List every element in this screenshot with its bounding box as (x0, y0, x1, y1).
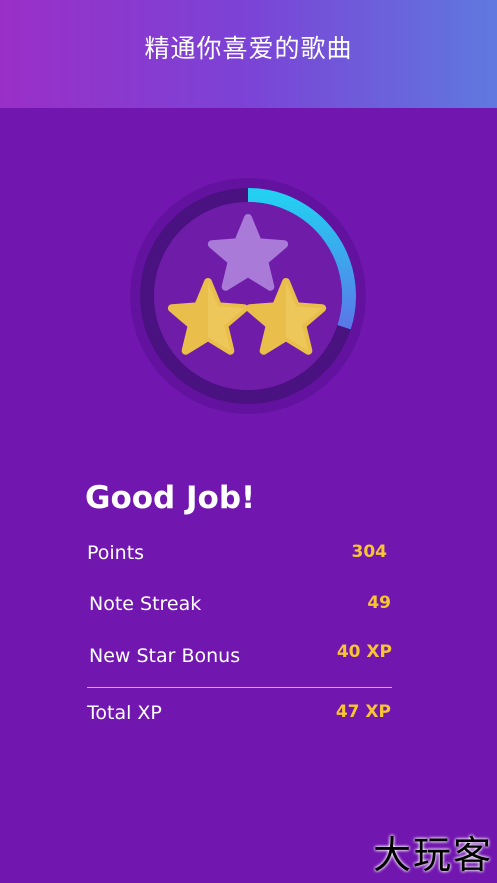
new-star-bonus-label: New Star Bonus (89, 645, 241, 667)
points-label: Points (87, 542, 145, 564)
results-row-new-star-bonus: New Star Bonus 40 XP (87, 642, 392, 675)
total-xp-label: Total XP (87, 702, 162, 724)
results-row-note-streak: Note Streak 49 (87, 593, 391, 623)
watermark-logo: 大玩客 (372, 833, 493, 877)
results-heading: Good Job! (85, 480, 256, 516)
note-streak-value: 49 (367, 593, 391, 613)
total-xp-value: 47 XP (335, 702, 391, 722)
points-value: 304 (351, 542, 388, 562)
results-row-points: Points 304 (87, 542, 387, 572)
results-row-total-xp: Total XP 47 XP (87, 702, 391, 732)
header-bar: 精通你喜爱的歌曲 (0, 0, 497, 108)
note-streak-label: Note Streak (89, 593, 202, 615)
divider (87, 687, 392, 688)
page-title: 精通你喜爱的歌曲 (144, 34, 353, 63)
star-rating-badge (130, 178, 366, 414)
new-star-bonus-value: 40 XP (336, 642, 392, 662)
